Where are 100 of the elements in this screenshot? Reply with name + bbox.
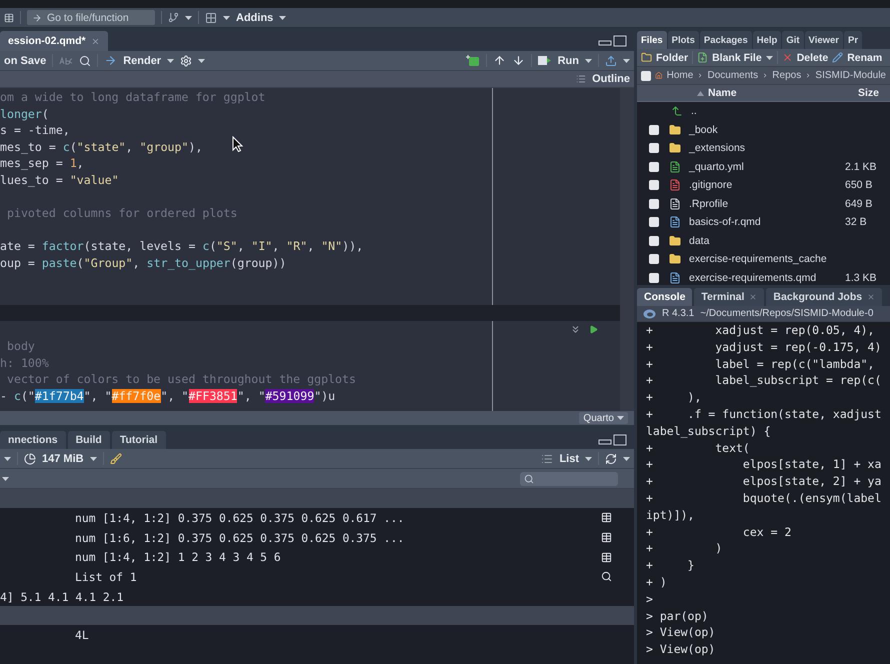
file-name[interactable]: basics-of-r.qmd bbox=[689, 216, 845, 228]
caret-icon[interactable] bbox=[623, 456, 630, 460]
pane-tab[interactable]: nnections bbox=[0, 431, 66, 449]
checkbox[interactable] bbox=[649, 198, 659, 209]
caret-icon[interactable] bbox=[198, 58, 206, 62]
rename-icon[interactable] bbox=[832, 52, 844, 63]
new-file-icon[interactable] bbox=[697, 52, 708, 63]
search-icon[interactable] bbox=[601, 571, 612, 582]
file-name[interactable]: _quarto.yml bbox=[689, 160, 845, 173]
pane-tab[interactable]: Build bbox=[68, 431, 110, 449]
rename-button[interactable]: Renam bbox=[847, 52, 882, 64]
settings-icon[interactable] bbox=[180, 54, 192, 66]
checkbox[interactable] bbox=[641, 70, 651, 80]
checkbox[interactable] bbox=[649, 272, 659, 283]
caret-icon[interactable] bbox=[223, 16, 230, 20]
checkbox[interactable] bbox=[649, 143, 659, 154]
parent-folder-icon[interactable] bbox=[671, 105, 683, 118]
down-arrow-icon[interactable] bbox=[512, 54, 525, 67]
checkbox[interactable] bbox=[649, 236, 659, 246]
broom-icon[interactable] bbox=[110, 452, 122, 464]
up-arrow-icon[interactable] bbox=[492, 54, 506, 67]
caret-icon[interactable] bbox=[623, 58, 630, 62]
caret-icon[interactable] bbox=[585, 58, 592, 62]
checkbox[interactable] bbox=[649, 180, 659, 190]
delete-button[interactable]: Delete bbox=[796, 52, 828, 64]
table-icon[interactable] bbox=[601, 512, 612, 524]
outline-icon[interactable] bbox=[576, 74, 586, 84]
addins-menu[interactable]: Addins bbox=[236, 12, 274, 24]
render-icon[interactable] bbox=[104, 54, 118, 67]
pane-tab[interactable]: Viewer bbox=[804, 31, 843, 49]
breadcrumb-link[interactable]: Home bbox=[666, 70, 694, 81]
caret-icon[interactable] bbox=[4, 456, 11, 460]
run-button[interactable]: Run bbox=[558, 54, 579, 66]
pane-tab[interactable]: Terminal bbox=[694, 288, 764, 306]
goto-field[interactable]: Go to file/function bbox=[27, 10, 155, 25]
maximize-icon[interactable] bbox=[614, 434, 626, 446]
file-name[interactable]: exercise-requirements_cache bbox=[689, 253, 845, 266]
file-name[interactable]: .gitignore bbox=[689, 179, 845, 192]
search-field[interactable] bbox=[520, 472, 618, 486]
memory-icon[interactable] bbox=[24, 452, 36, 464]
working-directory[interactable]: ~/Documents/Repos/SISMID-Module-0 bbox=[700, 308, 874, 319]
spellcheck-icon[interactable] bbox=[59, 56, 74, 64]
caret-icon[interactable] bbox=[167, 58, 174, 62]
column-header[interactable]: Name bbox=[708, 87, 858, 99]
grid-icon[interactable] bbox=[205, 12, 217, 24]
checkbox[interactable] bbox=[649, 124, 659, 135]
file-type-dropdown[interactable]: Quarto bbox=[579, 412, 628, 424]
new-folder-icon[interactable] bbox=[641, 52, 652, 63]
pane-tab[interactable]: Packages bbox=[700, 31, 752, 49]
table-icon[interactable] bbox=[601, 532, 612, 544]
checkbox[interactable] bbox=[649, 254, 659, 264]
maximize-icon[interactable] bbox=[614, 36, 626, 46]
caret-icon[interactable] bbox=[90, 456, 97, 460]
file-name[interactable]: .. bbox=[691, 105, 847, 118]
pane-tab[interactable]: Background Jobs bbox=[766, 288, 882, 306]
pane-tab[interactable]: Tutorial bbox=[112, 431, 166, 449]
file-name[interactable]: _book bbox=[689, 124, 845, 136]
pane-tab[interactable]: Plots bbox=[668, 31, 699, 49]
sort-arrow-icon[interactable] bbox=[697, 90, 704, 96]
caret-icon[interactable] bbox=[279, 16, 286, 20]
close-icon[interactable] bbox=[749, 293, 758, 301]
breadcrumb-link[interactable]: Repos bbox=[772, 70, 802, 81]
file-name[interactable]: .Rprofile bbox=[689, 198, 845, 210]
publish-icon[interactable] bbox=[605, 54, 617, 66]
minimize-icon[interactable] bbox=[598, 40, 612, 46]
caret-icon[interactable] bbox=[766, 56, 773, 60]
checkbox[interactable] bbox=[649, 162, 659, 172]
blank-file-button[interactable]: Blank File bbox=[712, 52, 762, 64]
run-icon[interactable] bbox=[538, 55, 552, 66]
memory-usage[interactable]: 147 MiB bbox=[42, 452, 84, 464]
file-name[interactable]: _extensions bbox=[689, 142, 845, 154]
run-above-icon[interactable] bbox=[570, 324, 581, 336]
new-folder-button[interactable]: Folder bbox=[656, 52, 688, 64]
outline-button[interactable]: Outline bbox=[592, 73, 630, 85]
render-button[interactable]: Render bbox=[123, 54, 162, 66]
table-icon[interactable] bbox=[601, 552, 612, 563]
insert-chunk-icon[interactable] bbox=[466, 54, 480, 66]
file-name[interactable]: data bbox=[689, 234, 845, 247]
close-icon[interactable] bbox=[90, 36, 100, 46]
breadcrumb-link[interactable]: Documents bbox=[708, 70, 758, 81]
pane-tab[interactable]: Pr bbox=[844, 31, 862, 49]
caret-icon[interactable] bbox=[585, 456, 592, 460]
home-icon[interactable] bbox=[655, 70, 663, 81]
file-tab[interactable]: ession-02.qmd* bbox=[0, 31, 108, 51]
pane-tab[interactable]: Git bbox=[782, 31, 804, 49]
caret-icon[interactable] bbox=[617, 416, 624, 420]
close-icon[interactable] bbox=[867, 293, 876, 301]
pane-tab[interactable]: Console bbox=[637, 288, 692, 306]
column-header[interactable]: Size bbox=[858, 87, 880, 99]
minimize-icon[interactable] bbox=[598, 440, 612, 444]
checkbox[interactable] bbox=[649, 217, 659, 228]
play-icon[interactable] bbox=[589, 325, 598, 334]
refresh-icon[interactable] bbox=[605, 452, 617, 464]
pane-tab[interactable]: Help bbox=[752, 31, 782, 49]
search-icon[interactable] bbox=[79, 54, 92, 66]
pane-tab[interactable]: Files bbox=[637, 31, 667, 49]
caret-icon[interactable] bbox=[2, 476, 9, 480]
view-mode-dropdown[interactable]: List bbox=[559, 452, 579, 464]
git-icon[interactable] bbox=[168, 12, 179, 23]
breadcrumb-link[interactable]: SISMID-Module bbox=[815, 70, 886, 81]
